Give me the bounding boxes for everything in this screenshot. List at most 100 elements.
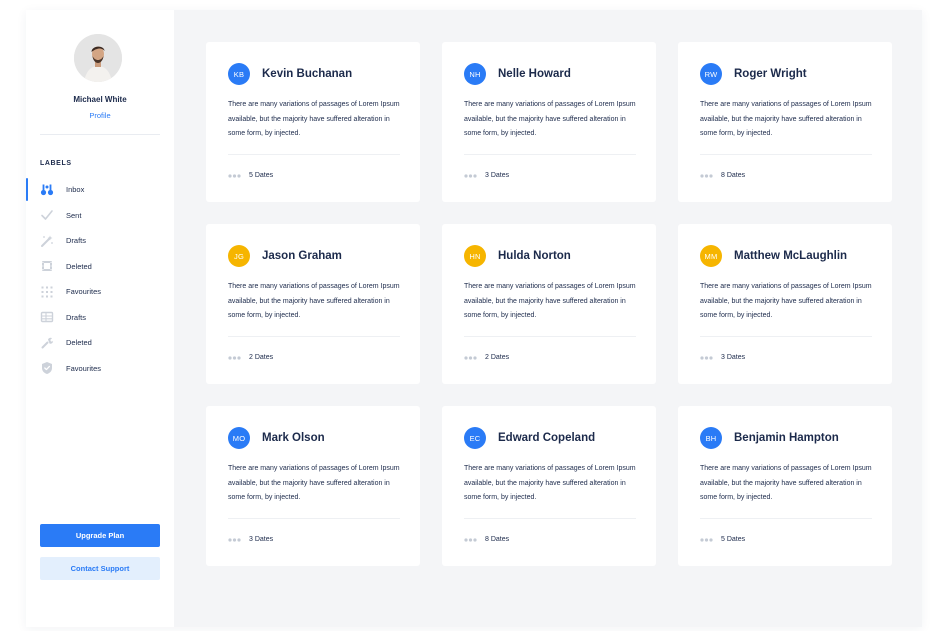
dates-count: 2 Dates	[485, 354, 510, 361]
table-icon	[40, 310, 54, 324]
sidebar-item-label: Favourites	[66, 363, 102, 373]
contact-card[interactable]: MM Matthew McLaughlin There are many var…	[678, 224, 892, 384]
sidebar-item-drafts[interactable]: Drafts	[26, 228, 174, 254]
card-footer: 5 Dates	[700, 536, 745, 543]
sidebar-item-label: Inbox	[66, 185, 85, 195]
sidebar-item-label: Favourites	[66, 287, 102, 297]
contact-name: Matthew McLaughlin	[734, 250, 848, 262]
avatar-image	[74, 34, 122, 82]
sidebar-item-label: Sent	[66, 210, 82, 220]
main-content: KB Kevin Buchanan There are many variati…	[174, 10, 922, 627]
sidebar-item-label: Drafts	[66, 236, 87, 246]
card-description: There are many variations of passages of…	[464, 101, 636, 137]
dates-count: 5 Dates	[721, 536, 746, 543]
card-footer: 2 Dates	[228, 354, 273, 361]
dots-icon	[464, 537, 477, 542]
user-name: Michael White	[73, 95, 127, 104]
card-footer: 8 Dates	[700, 172, 745, 179]
dots-icon	[700, 173, 713, 178]
avatar[interactable]	[74, 34, 122, 82]
dots-icon	[700, 355, 713, 360]
card-header: NH Nelle Howard	[464, 63, 571, 85]
dots-icon	[228, 537, 241, 542]
dates-count: 2 Dates	[249, 354, 274, 361]
card-footer: 5 Dates	[228, 172, 273, 179]
sidebar-item-deleted-2[interactable]: Deleted	[26, 330, 174, 356]
initials-badge: JG	[228, 245, 250, 267]
card-header: MM Matthew McLaughlin	[700, 245, 847, 267]
card-description: There are many variations of passages of…	[464, 283, 636, 319]
card-footer: 2 Dates	[464, 354, 509, 361]
card-header: HN Hulda Norton	[464, 245, 571, 267]
card-divider	[228, 336, 400, 337]
dates-count: 3 Dates	[485, 172, 510, 179]
card-description: There are many variations of passages of…	[228, 465, 400, 501]
card-description: There are many variations of passages of…	[464, 465, 636, 501]
initials-badge: BH	[700, 427, 722, 449]
card-footer: 8 Dates	[464, 536, 509, 543]
contact-support-button[interactable]: Contact Support	[40, 557, 160, 580]
contact-card[interactable]: BH Benjamin Hampton There are many varia…	[678, 406, 892, 566]
initials-badge: KB	[228, 63, 250, 85]
sidebar-item-label: Deleted	[66, 338, 92, 348]
contact-name: Nelle Howard	[498, 68, 571, 80]
dots-icon	[700, 537, 713, 542]
labels-heading: LABELS	[40, 160, 72, 167]
sidebar-item-favourites[interactable]: Favourites	[26, 279, 174, 305]
sidebar-item-deleted[interactable]: Deleted	[26, 254, 174, 280]
contact-card[interactable]: EC Edward Copeland There are many variat…	[442, 406, 656, 566]
initials-badge: HN	[464, 245, 486, 267]
card-header: RW Roger Wright	[700, 63, 807, 85]
check-icon	[40, 208, 54, 222]
grid-dots-icon	[40, 285, 54, 299]
dates-count: 5 Dates	[249, 172, 274, 179]
sidebar-item-sent[interactable]: Sent	[26, 203, 174, 229]
card-divider	[700, 336, 872, 337]
dots-icon	[464, 355, 477, 360]
initials-badge: EC	[464, 427, 486, 449]
contact-name: Benjamin Hampton	[734, 432, 839, 444]
film-icon	[40, 259, 54, 273]
card-footer: 3 Dates	[700, 354, 745, 361]
profile-link[interactable]: Profile	[26, 111, 174, 120]
contact-name: Roger Wright	[734, 68, 807, 80]
card-description: There are many variations of passages of…	[228, 101, 400, 137]
contact-card[interactable]: HN Hulda Norton There are many variation…	[442, 224, 656, 384]
upgrade-plan-button[interactable]: Upgrade Plan	[40, 524, 160, 547]
sidebar-item-favourites-2[interactable]: Favourites	[26, 356, 174, 382]
contact-card-grid: KB Kevin Buchanan There are many variati…	[206, 42, 892, 566]
card-divider	[228, 154, 400, 155]
sidebar-item-inbox[interactable]: Inbox	[26, 177, 174, 203]
card-divider	[464, 154, 636, 155]
card-header: KB Kevin Buchanan	[228, 63, 352, 85]
initials-badge: NH	[464, 63, 486, 85]
initials-badge: RW	[700, 63, 722, 85]
sidebar-item-label: Deleted	[66, 261, 92, 271]
sidebar-item-label: Drafts	[66, 312, 87, 322]
sidebar-divider	[40, 134, 160, 135]
shield-check-icon	[40, 361, 54, 375]
card-divider	[464, 336, 636, 337]
card-description: There are many variations of passages of…	[700, 283, 872, 319]
contact-name: Edward Copeland	[498, 432, 596, 444]
dots-icon	[228, 355, 241, 360]
label-nav: Inbox Sent Drafts Deleted Favourites Dra…	[26, 177, 174, 381]
dates-count: 3 Dates	[721, 354, 746, 361]
card-description: There are many variations of passages of…	[700, 101, 872, 137]
sidebar: Michael White Profile LABELS Inbox Sent …	[26, 10, 174, 627]
magic-wand-icon	[40, 234, 54, 248]
card-divider	[464, 518, 636, 519]
contact-card[interactable]: RW Roger Wright There are many variation…	[678, 42, 892, 202]
contact-name: Jason Graham	[262, 250, 342, 262]
dates-count: 8 Dates	[485, 536, 510, 543]
contact-card[interactable]: MO Mark Olson There are many variations …	[206, 406, 420, 566]
contact-name: Hulda Norton	[498, 250, 571, 262]
contact-card[interactable]: JG Jason Graham There are many variation…	[206, 224, 420, 384]
contact-card[interactable]: NH Nelle Howard There are many variation…	[442, 42, 656, 202]
sidebar-item-drafts-2[interactable]: Drafts	[26, 305, 174, 331]
dots-icon	[228, 173, 241, 178]
card-header: BH Benjamin Hampton	[700, 427, 839, 449]
dates-count: 8 Dates	[721, 172, 746, 179]
inbox-icon	[40, 183, 54, 197]
contact-card[interactable]: KB Kevin Buchanan There are many variati…	[206, 42, 420, 202]
